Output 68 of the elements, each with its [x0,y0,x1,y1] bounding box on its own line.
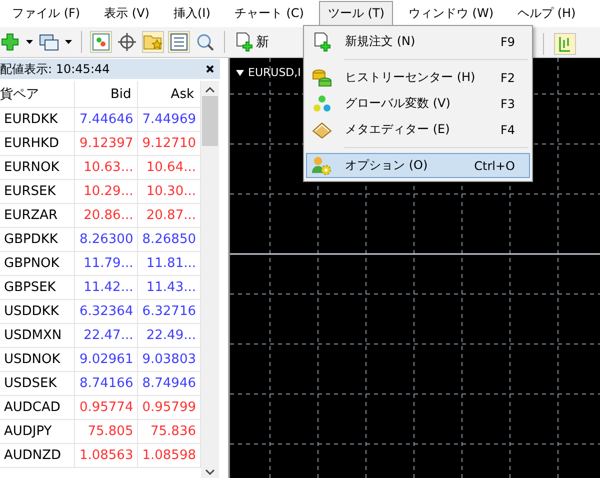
table-cell: 8.26300 [74,228,138,252]
column-header[interactable]: Bid [74,81,138,108]
menu-item[interactable]: ウィンドウ (W) [399,1,503,26]
list-icon[interactable] [169,32,189,52]
table-cell: AUDCAD [0,396,75,420]
table-cell: USDMXN [0,324,75,348]
chart-title: EURUSD,I [248,66,301,79]
table-cell: GBPNOK [0,252,75,276]
windows-icon[interactable] [39,32,59,52]
table-cell: USDSEK [0,372,75,396]
database-icon [311,66,333,88]
plus-icon[interactable] [0,32,20,52]
table-cell: AUDJPY [0,420,75,444]
table-cell: 10.29... [74,180,138,204]
menu-item[interactable]: ツール (T) [318,1,394,26]
menu-item[interactable]: ヘルプ (H) [508,1,585,26]
person-gear-icon [311,154,333,176]
table-cell: USDDKK [0,300,75,324]
shortcut-label: F3 [500,96,515,110]
table-cell: 9.12397 [74,132,138,156]
menu-item[interactable]: チャート (C) [225,1,313,26]
market-icon[interactable] [91,32,111,52]
table-cell: 20.86... [74,204,138,228]
caret-icon[interactable] [65,40,72,44]
dropdown-triangle-icon[interactable] [236,70,244,76]
table-cell: 8.74166 [74,372,138,396]
table-cell: 75.805 [74,420,138,444]
menu-item[interactable]: 表示 (V) [95,1,158,26]
column-header[interactable]: 貨ペア [0,81,75,108]
table-cell: 11.42... [74,276,138,300]
table-cell: 11.79... [74,252,138,276]
circles-icon [311,92,333,114]
document-plus-icon[interactable] [234,32,254,52]
crosshair-icon[interactable] [117,32,137,52]
shortcut-label: Ctrl+O [474,158,515,172]
menu-option[interactable]: ヒストリーセンター (H) F2 [306,65,530,90]
menu-option[interactable]: メタエディター (E) F4 [306,117,530,142]
table-cell: EURNOK [0,156,75,180]
table-cell: 9.02961 [74,348,138,372]
caret-icon[interactable] [26,40,33,44]
scroll-down-icon[interactable] [205,468,215,476]
shortcut-label: F2 [500,70,515,84]
panel-title: 配値表示: 10:45:44 [0,60,110,78]
table-cell: 10.63... [74,156,138,180]
chart-shift-icon[interactable] [555,34,575,54]
new-order-label[interactable]: 新 [256,33,269,51]
scrollbar-thumb[interactable] [202,96,218,146]
scroll-up-icon[interactable] [205,86,215,94]
table-cell: 0.95774 [74,396,138,420]
menu-item[interactable]: 挿入(I) [164,1,220,26]
table-cell: 6.32364 [74,300,138,324]
menu-option[interactable]: グローバル変数 (V) F3 [306,91,530,116]
menu-option[interactable]: オプション (O) Ctrl+O [306,153,530,178]
table-cell: GBPSEK [0,276,75,300]
menu-item[interactable]: ファイル (F) [3,1,90,26]
table-cell: AUDNZD [0,444,75,468]
table-cell: 7.44646 [74,108,138,132]
table-cell: EURSEK [0,180,75,204]
table-cell: GBPDKK [0,228,75,252]
table-cell: EURZAR [0,204,75,228]
table-cell: 1.08563 [74,444,138,468]
shortcut-label: F9 [500,34,515,48]
table-cell: EURDKK [0,108,75,132]
table-cell: USDNOK [0,348,75,372]
table-cell: EURHKD [0,132,75,156]
shortcut-label: F4 [500,122,515,136]
table-cell: 22.47... [74,324,138,348]
menu-option[interactable]: 新規注文 (N) F9 [306,29,530,54]
